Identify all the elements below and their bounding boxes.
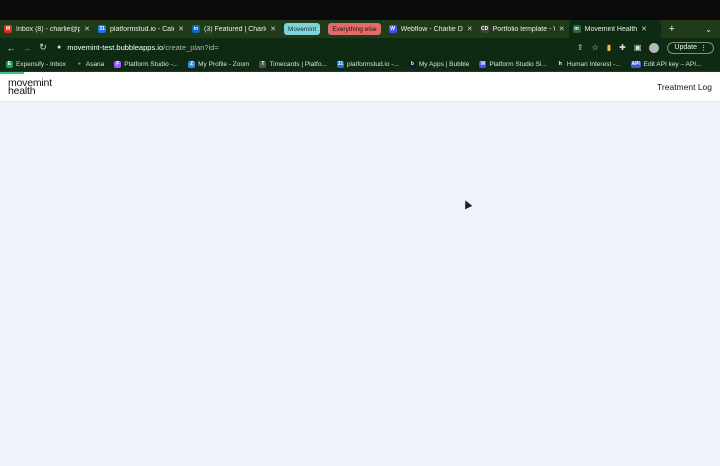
back-button[interactable]: ←: [3, 43, 19, 53]
zoom-icon: Z: [188, 60, 196, 68]
figma-icon: F: [114, 60, 122, 68]
page-content: movemint health Treatment Log: [0, 72, 720, 466]
share-icon[interactable]: ⇪: [577, 43, 584, 52]
close-icon[interactable]: ✕: [467, 25, 473, 33]
linkedin-icon: in: [192, 25, 200, 33]
treatment-log-link[interactable]: Treatment Log: [657, 82, 712, 92]
bookmark-label: Human Interest -...: [566, 60, 621, 68]
close-icon[interactable]: ✕: [84, 25, 90, 33]
calendar-icon: 31: [336, 60, 344, 68]
address-bar-row: ← → ↻ ● movemint-test.bubbleapps.io/crea…: [0, 38, 720, 57]
bookmark-zoom-profile[interactable]: Z My Profile - Zoom: [188, 60, 250, 68]
movemint-icon: m: [572, 25, 581, 33]
bookmark-label: Asana: [85, 60, 105, 68]
timecards-icon: T: [259, 60, 267, 68]
tab-gmail[interactable]: M Inbox (8) - charlie@pla ✕: [0, 20, 94, 38]
tab-movemint-health[interactable]: m Movemint Health ✕: [568, 20, 661, 38]
calendar-icon: 31: [98, 25, 106, 33]
toolbar-icons: ⇪ ☆ ▮ ✚ ▣ Update ⋮: [577, 41, 720, 54]
bookmark-label: Edit API key – API...: [643, 60, 702, 68]
close-icon[interactable]: ✕: [178, 25, 184, 33]
kebab-menu-icon: ⋮: [700, 44, 707, 52]
bookmark-label: Platform Studio Si...: [489, 60, 547, 68]
url-host: movemint-test.bubbleapps.io: [67, 43, 164, 52]
bookmark-label: My Apps | Bubble: [418, 60, 470, 68]
bookmark-timecards[interactable]: T Timecards | Platfo...: [259, 60, 327, 68]
tab-label: (3) Featured | Charles: [204, 25, 267, 33]
api-icon: API: [630, 60, 641, 68]
extension-badge-icon[interactable]: ▮: [607, 43, 611, 52]
bookmark-human-interest[interactable]: h Human Interest -...: [556, 60, 621, 68]
bookmarks-bar: E Expensify - Inbox ● Asana F Platform Stud…: [0, 57, 720, 72]
asana-icon: ●: [77, 61, 81, 67]
gmail-icon: M: [4, 25, 12, 33]
tab-label: Portfolio template - W: [492, 25, 555, 33]
tab-label: Webflow - Charlie Don: [400, 25, 463, 33]
expensify-icon: E: [6, 60, 13, 68]
tab-strip: M Inbox (8) - charlie@pla ✕ 31 platforms…: [0, 20, 720, 38]
bookmark-label: Timecards | Platfo...: [269, 60, 327, 68]
tab-group-everything-else[interactable]: Everything else: [328, 23, 381, 35]
update-button[interactable]: Update ⋮: [667, 41, 714, 54]
tab-linkedin[interactable]: in (3) Featured | Charles ✕: [188, 20, 280, 38]
window-top-bar: [0, 0, 720, 20]
profile-avatar[interactable]: [649, 42, 660, 53]
movemint-health-logo[interactable]: movemint health: [8, 78, 52, 97]
url-path: /create_plan?id=: [163, 43, 219, 52]
app-header: movemint health Treatment Log: [0, 72, 720, 102]
new-tab-button[interactable]: +: [669, 23, 675, 35]
tab-webflow[interactable]: W Webflow - Charlie Don ✕: [385, 20, 477, 38]
bookmark-label: My Profile - Zoom: [198, 60, 250, 68]
page-loading-bar: [0, 72, 24, 74]
tab-portfolio[interactable]: CD Portfolio template - W ✕: [477, 20, 569, 38]
tab-label: Inbox (8) - charlie@pla: [16, 25, 81, 33]
tab-label: platformstud.io - Calen: [110, 25, 175, 33]
bookmark-label: Expensify - Inbox: [16, 60, 66, 68]
webflow-icon: W: [479, 60, 487, 68]
tab-group-movemint[interactable]: Movemint: [284, 23, 321, 35]
mouse-pointer-icon: [461, 198, 473, 210]
close-icon[interactable]: ✕: [270, 25, 276, 33]
address-bar[interactable]: ● movemint-test.bubbleapps.io/create_pla…: [51, 41, 577, 55]
forward-button[interactable]: →: [19, 43, 35, 53]
reload-button[interactable]: ↻: [35, 42, 51, 53]
bookmark-label: Platform Studio -...: [124, 60, 179, 68]
portfolio-icon: CD: [480, 25, 489, 33]
bookmark-star-icon[interactable]: ☆: [592, 43, 599, 52]
bookmark-bubble-apps[interactable]: b My Apps | Bubble: [408, 60, 470, 68]
side-panel-icon[interactable]: ▣: [634, 43, 642, 52]
bookmark-calendar[interactable]: 31 platformstud.io -...: [336, 60, 399, 68]
bookmark-expensify[interactable]: E Expensify - Inbox: [6, 60, 66, 68]
bookmark-asana[interactable]: ● Asana: [76, 61, 104, 68]
close-icon[interactable]: ✕: [559, 25, 565, 33]
tab-search-button[interactable]: ⌄: [705, 25, 712, 34]
webflow-icon: W: [388, 25, 397, 33]
extensions-puzzle-icon[interactable]: ✚: [619, 43, 626, 52]
tab-calendar[interactable]: 31 platformstud.io - Calen ✕: [94, 20, 188, 38]
bubble-icon: b: [408, 60, 416, 68]
bookmark-label: platformstud.io -...: [346, 60, 399, 68]
human-interest-icon: h: [556, 60, 564, 68]
close-icon[interactable]: ✕: [641, 25, 647, 33]
bookmark-api-key[interactable]: API Edit API key – API...: [630, 60, 702, 68]
bookmark-platform-studio-figma[interactable]: F Platform Studio -...: [114, 60, 179, 68]
update-label: Update: [674, 44, 697, 51]
tab-label: Movemint Health: [584, 25, 638, 33]
bookmark-platform-studio-site[interactable]: W Platform Studio Si...: [479, 60, 547, 68]
lock-icon[interactable]: ●: [57, 44, 61, 51]
